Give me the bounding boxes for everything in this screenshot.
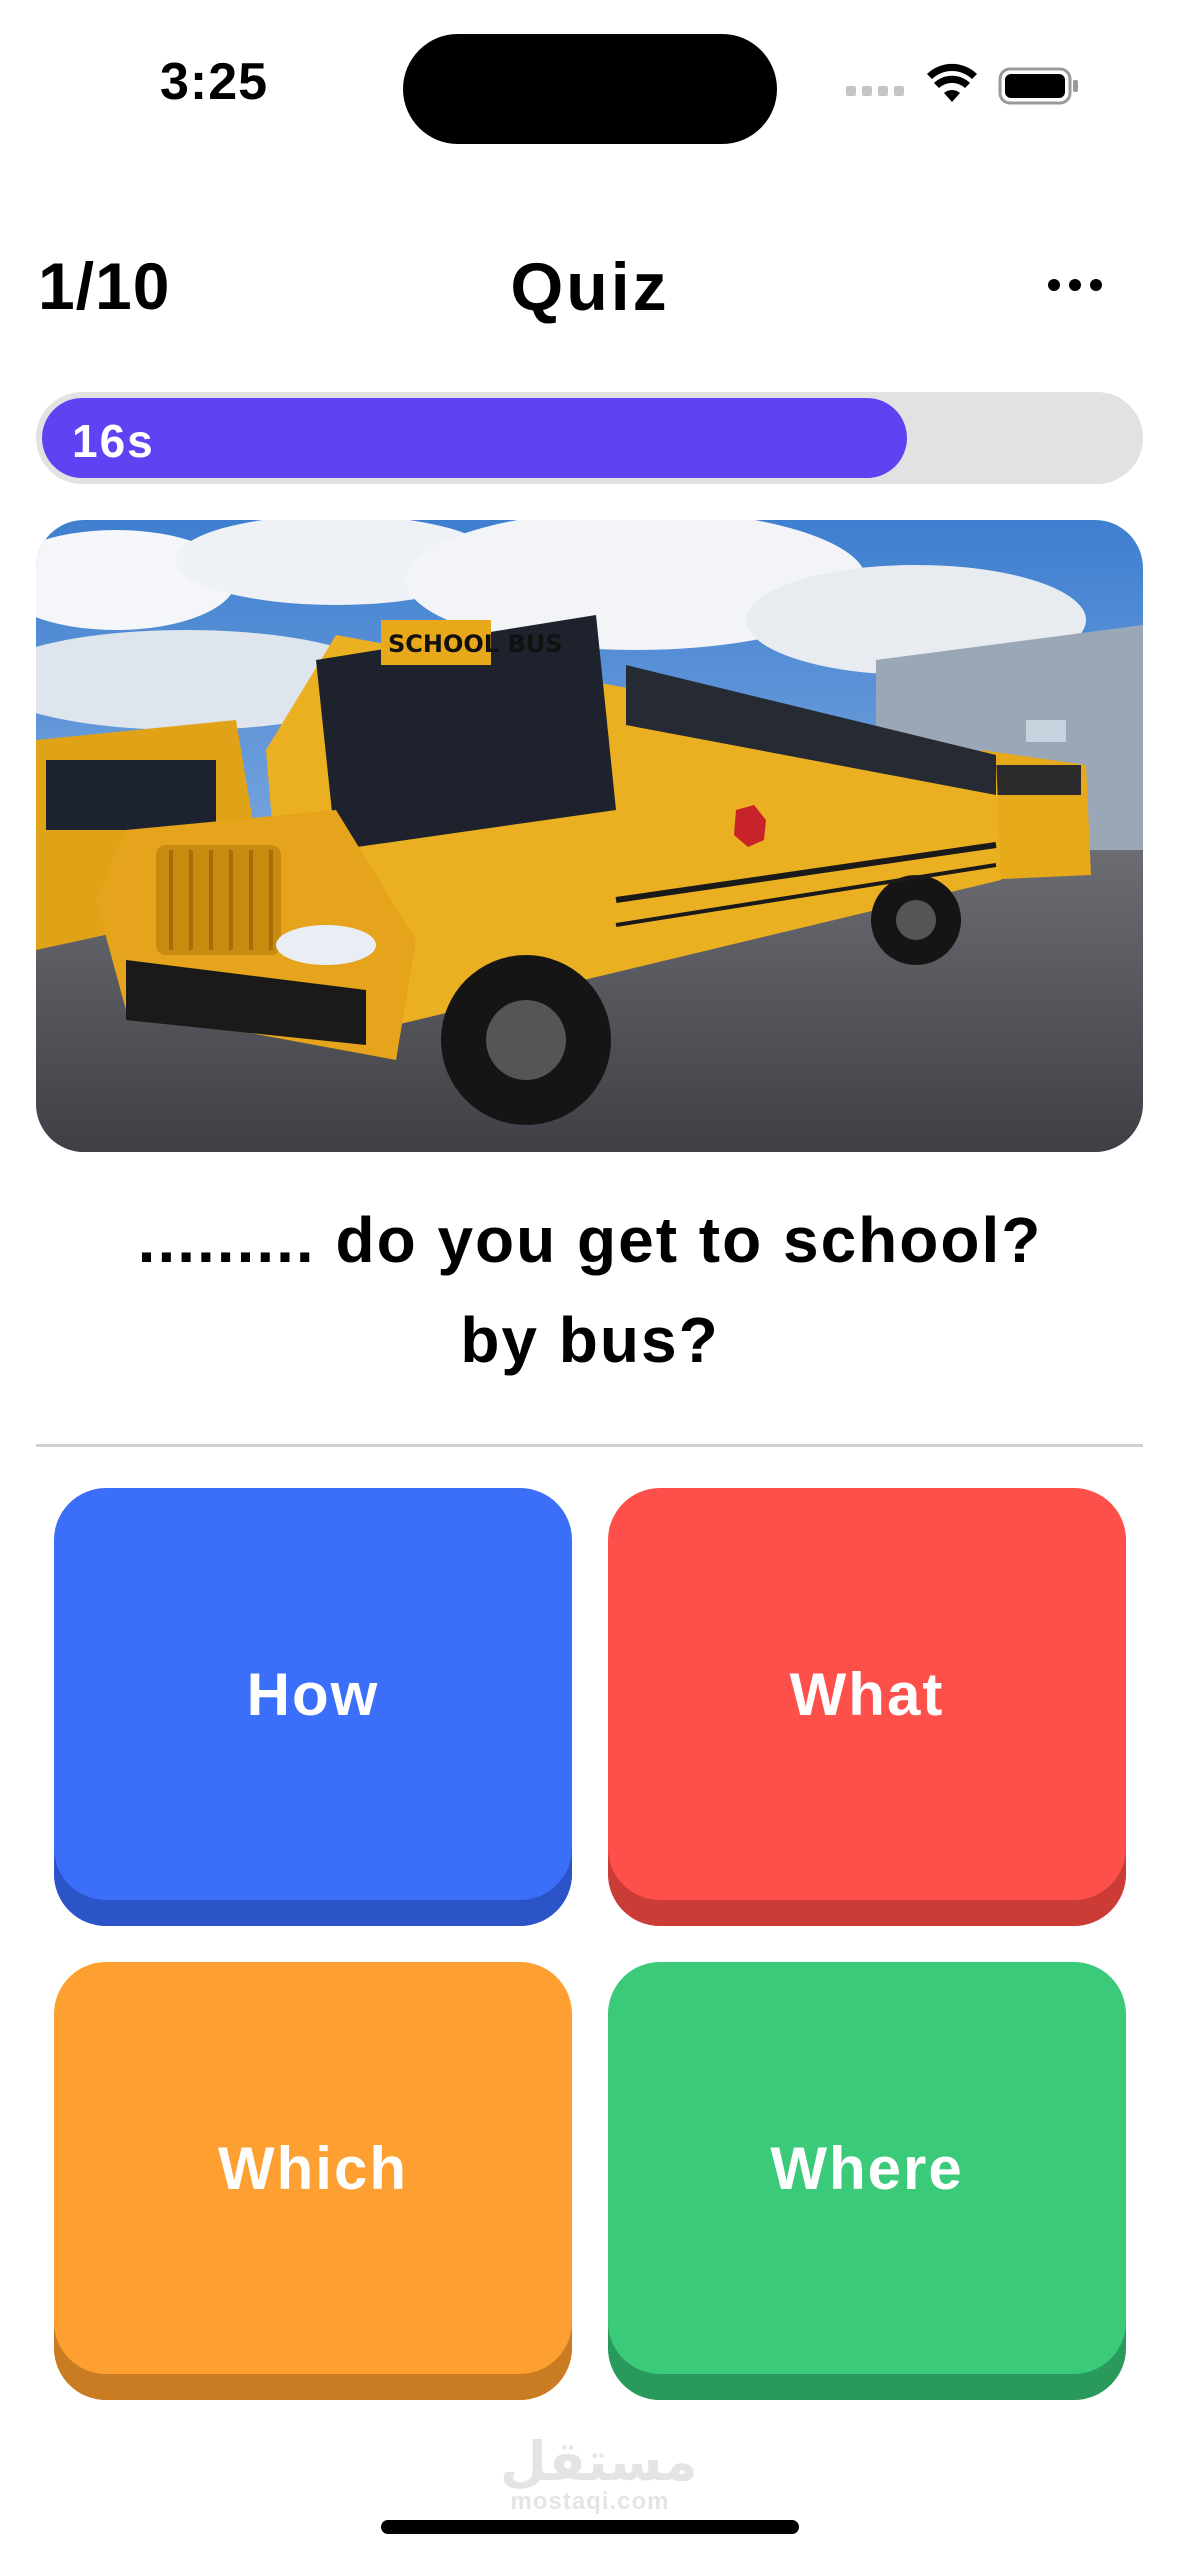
answer-button-which[interactable]: Which xyxy=(54,1962,572,2400)
answer-label: Where xyxy=(770,2134,964,2202)
question-line-1: ......... do you get to school? xyxy=(137,1204,1043,1276)
more-horizontal-icon[interactable] xyxy=(1040,270,1110,300)
wifi-icon xyxy=(927,63,977,102)
answer-label: Which xyxy=(218,2134,408,2202)
battery-icon xyxy=(998,67,1078,105)
question-image-school-bus: SCHOOL BUS xyxy=(36,520,1143,1152)
svg-text:SCHOOL BUS: SCHOOL BUS xyxy=(388,630,563,658)
question-counter: 1/10 xyxy=(38,249,171,323)
answer-button-how[interactable]: How xyxy=(54,1488,572,1926)
timer-progress-bar: 16s xyxy=(36,392,1143,484)
timer-label: 16s xyxy=(72,415,155,467)
page-title: Quiz xyxy=(510,249,670,325)
timer-progress-fill: 16s xyxy=(42,398,907,478)
question-text: ......... do you get to school? by bus? xyxy=(60,1190,1120,1390)
answer-button-what[interactable]: What xyxy=(608,1488,1126,1926)
dynamic-island xyxy=(403,34,777,144)
question-line-2: by bus? xyxy=(460,1304,720,1376)
watermark-logo-arabic: مستقل xyxy=(500,2430,698,2493)
answer-button-where[interactable]: Where xyxy=(608,1962,1126,2400)
answer-label: How xyxy=(246,1660,380,1728)
answer-label: What xyxy=(789,1660,945,1728)
cellular-signal-icon xyxy=(846,86,906,98)
status-time: 3:25 xyxy=(160,53,269,111)
watermark-logo-latin: mostaqi.com xyxy=(510,2488,670,2515)
divider xyxy=(36,1444,1143,1447)
home-indicator[interactable] xyxy=(381,2520,799,2534)
